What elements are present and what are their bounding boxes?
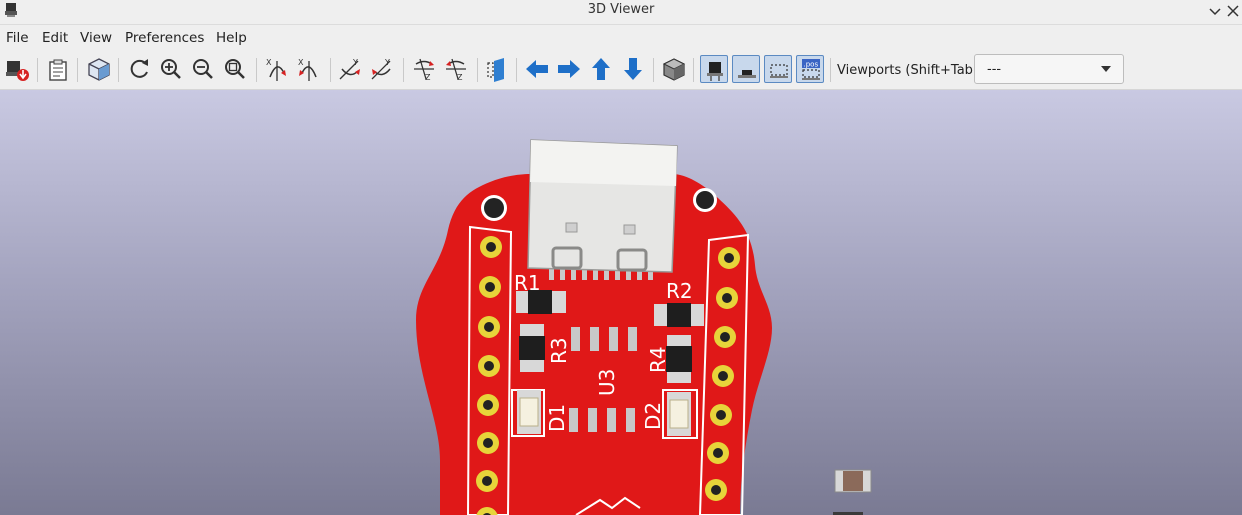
toolbar-separator: [256, 58, 257, 82]
zoom-out-icon: [193, 59, 213, 79]
move-left-button[interactable]: [523, 55, 551, 83]
window-title: 3D Viewer: [587, 2, 655, 17]
rotate-y-ccw-icon: Y: [371, 58, 391, 80]
rotate-x-cw-button[interactable]: X: [263, 55, 291, 83]
label-u3: U3: [595, 369, 619, 396]
menu-edit[interactable]: Edit: [42, 30, 68, 46]
show-virtual-icon: [770, 64, 788, 78]
toolbar-separator: [118, 58, 119, 82]
rotate-z-ccw-icon: Z: [446, 58, 466, 82]
orthographic-button[interactable]: [660, 55, 688, 83]
move-right-icon: [558, 60, 580, 78]
resistor-r3: [519, 324, 545, 372]
label-r3: R3: [547, 337, 571, 364]
rotate-x-cw-icon: X: [266, 58, 286, 81]
copy-to-clipboard-button[interactable]: [44, 55, 72, 83]
copy-to-clipboard-icon: [49, 59, 67, 81]
show-not-in-posfile-toggle[interactable]: .pos: [796, 55, 824, 83]
move-up-button[interactable]: [587, 55, 615, 83]
viewports-dropdown-value: ---: [987, 62, 1002, 77]
menu-preferences[interactable]: Preferences: [125, 30, 204, 46]
show-smd-icon: [738, 70, 756, 78]
resistor-r2: [654, 303, 704, 327]
flip-board-button[interactable]: [482, 55, 510, 83]
render-export-button[interactable]: [2, 55, 30, 83]
zoom-fit-button[interactable]: [221, 55, 249, 83]
rotate-y-ccw-button[interactable]: Y: [368, 55, 396, 83]
viewports-dropdown[interactable]: ---: [974, 54, 1124, 84]
label-r1: R1: [514, 271, 541, 295]
usb-c-connector: [527, 139, 678, 273]
show-tht-toggle[interactable]: [700, 55, 728, 83]
rotate-y-cw-icon: Y: [339, 58, 360, 80]
minimize-chevron-icon[interactable]: [1207, 3, 1223, 19]
menu-help[interactable]: Help: [216, 30, 247, 46]
rotate-z-cw-button[interactable]: Z: [410, 55, 438, 83]
menu-file[interactable]: File: [6, 30, 29, 46]
rotate-x-ccw-button[interactable]: X: [295, 55, 323, 83]
stray-component: [833, 469, 872, 515]
rotate-z-ccw-button[interactable]: Z: [442, 55, 470, 83]
move-right-button[interactable]: [555, 55, 583, 83]
show-smd-toggle[interactable]: [732, 55, 760, 83]
mounting-hole: [696, 191, 714, 209]
move-down-button[interactable]: [619, 55, 647, 83]
move-down-icon: [624, 58, 642, 80]
zoom-in-button[interactable]: [157, 55, 185, 83]
3d-viewport[interactable]: R1 R2 R3 R4 U3 D1 D2: [0, 90, 1242, 515]
svg-text:X: X: [266, 58, 272, 67]
3d-scene[interactable]: R1 R2 R3 R4 U3 D1 D2: [0, 90, 1242, 515]
move-left-icon: [526, 60, 548, 78]
move-up-icon: [592, 58, 610, 80]
title-bar: 3D Viewer: [0, 0, 1242, 25]
chevron-down-icon: [1101, 66, 1111, 72]
label-d2: D2: [641, 402, 665, 430]
label-r4: R4: [646, 346, 670, 373]
board-render-button[interactable]: [85, 55, 113, 83]
viewports-label: Viewports (Shift+Tab):: [837, 63, 983, 78]
menu-view[interactable]: View: [80, 30, 112, 46]
toolbar-separator: [77, 58, 78, 82]
rotate-y-cw-button[interactable]: Y: [336, 55, 364, 83]
toolbar-separator: [477, 58, 478, 82]
zoom-fit-icon: [225, 59, 245, 79]
flip-board-icon: [487, 58, 504, 82]
toolbar-separator: [403, 58, 404, 82]
reload-icon: [130, 59, 148, 78]
zoom-out-button[interactable]: [189, 55, 217, 83]
zoom-in-icon: [161, 59, 181, 79]
show-virtual-toggle[interactable]: [764, 55, 792, 83]
rotate-x-ccw-icon: X: [298, 58, 317, 81]
mounting-hole: [484, 198, 504, 218]
toolbar-separator: [653, 58, 654, 82]
svg-text:X: X: [298, 58, 304, 67]
orthographic-icon: [662, 58, 686, 81]
toolbar-separator: [330, 58, 331, 82]
menu-bar: File Edit View Preferences Help: [0, 25, 1242, 50]
show-tht-icon: [707, 62, 723, 81]
show-not-in-posfile-icon: .pos: [802, 59, 820, 80]
toolbar-separator: [693, 58, 694, 82]
svg-text:.pos: .pos: [804, 61, 819, 69]
label-d1: D1: [545, 404, 569, 432]
toolbar-separator: [516, 58, 517, 82]
render-export-icon: [6, 61, 29, 81]
reload-button[interactable]: [125, 55, 153, 83]
close-icon[interactable]: [1225, 3, 1241, 19]
toolbar-separator: [37, 58, 38, 82]
toolbar: X X Y Y Z Z .pos Viewports (Shift+Tab): …: [0, 50, 1242, 90]
board-render-icon: [88, 58, 110, 81]
label-r2: R2: [666, 279, 693, 303]
rotate-z-cw-icon: Z: [414, 58, 434, 82]
toolbar-separator: [830, 58, 831, 82]
